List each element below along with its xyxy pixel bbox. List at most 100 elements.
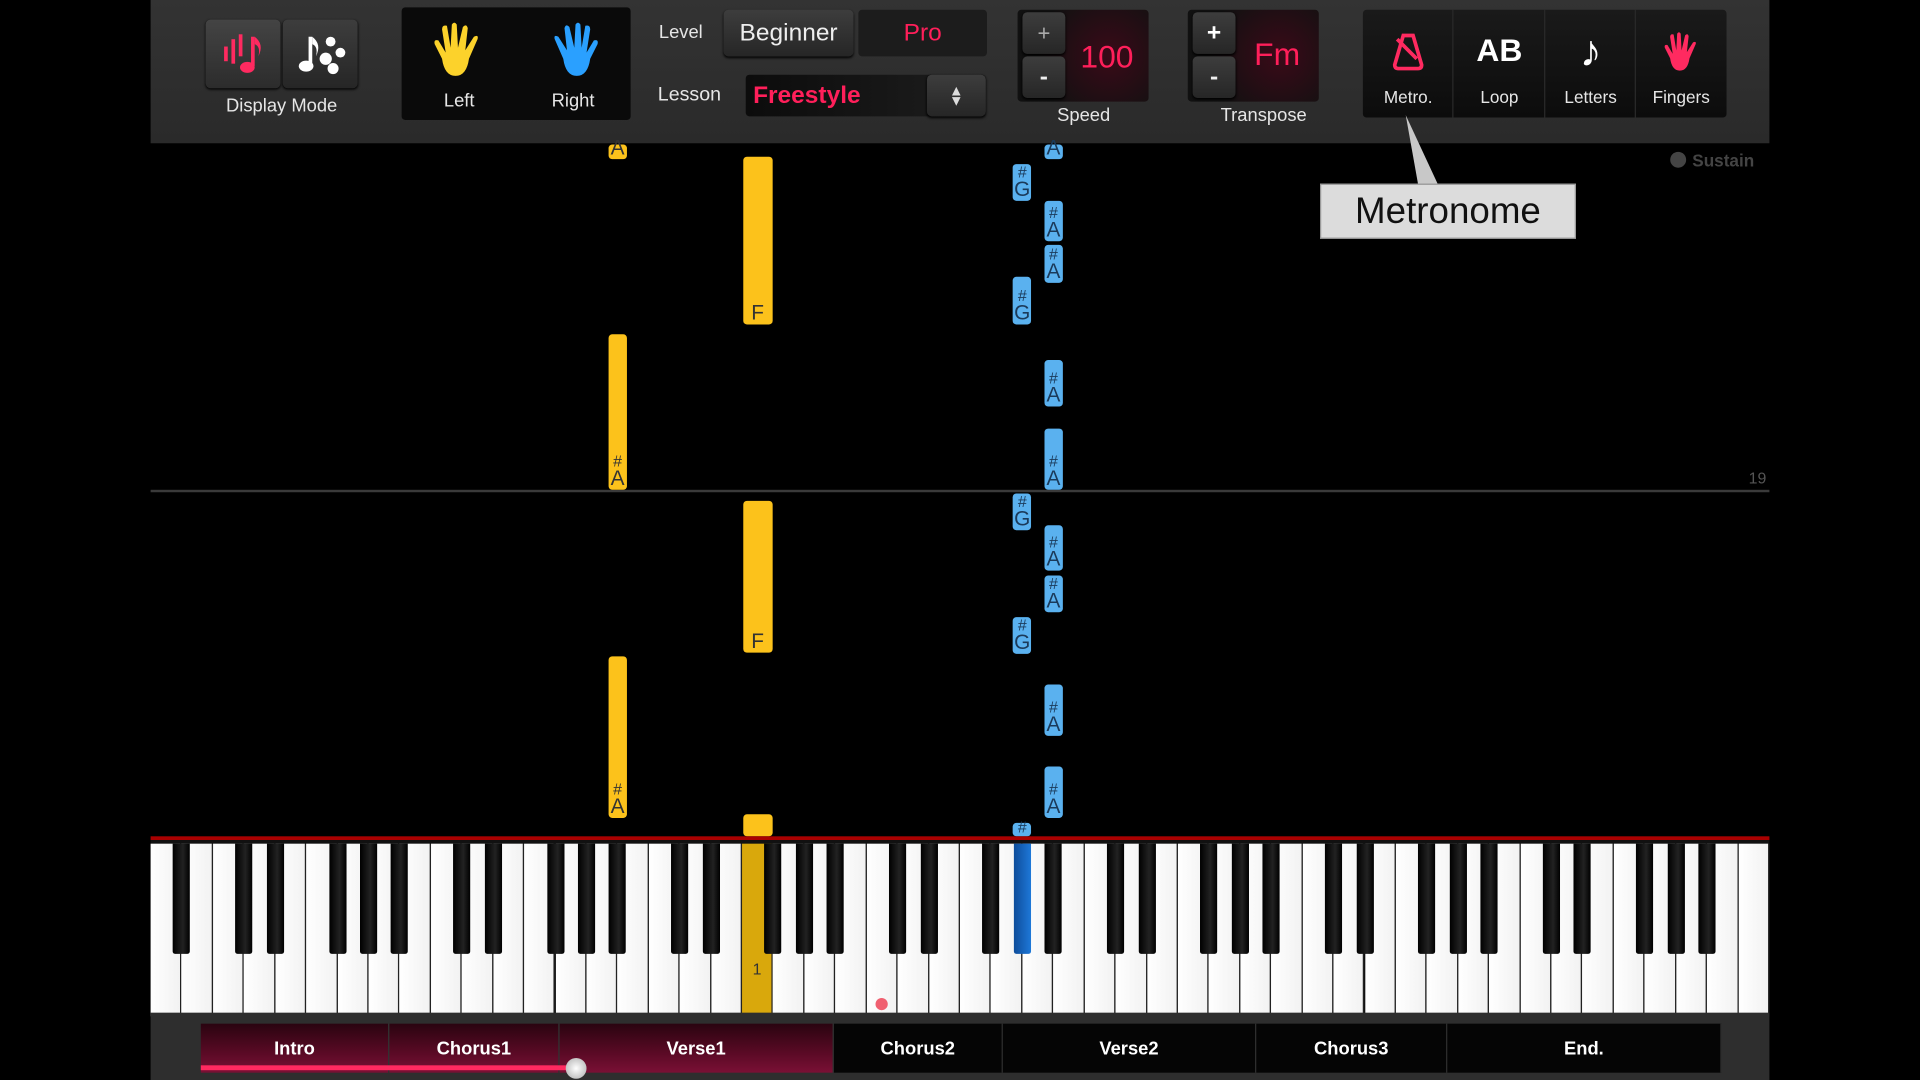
black-key-F#1[interactable] — [328, 843, 346, 954]
falling-note-A#4: # A — [1044, 766, 1063, 818]
black-key-A#2[interactable] — [608, 843, 627, 954]
ab-loop-icon: AB — [1476, 31, 1523, 68]
display-mode-sheet-button[interactable] — [282, 19, 358, 89]
black-key-A#5[interactable] — [1262, 843, 1280, 954]
black-key-G#1[interactable] — [359, 843, 378, 954]
black-key-C#1[interactable] — [235, 843, 253, 954]
section-verse2[interactable]: Verse2 — [1002, 1023, 1257, 1073]
black-key-F#2[interactable] — [546, 843, 564, 954]
transpose-plus-button[interactable]: + — [1192, 12, 1236, 54]
black-key-A#3[interactable] — [826, 843, 845, 954]
section-chorus3[interactable]: Chorus3 — [1256, 1023, 1448, 1073]
black-key-G#3[interactable] — [795, 843, 813, 954]
piano-keyboard[interactable]: 1 — [150, 836, 1770, 1017]
black-key-A#4[interactable] — [1044, 843, 1062, 954]
section-verse1[interactable]: Verse1 — [559, 1023, 834, 1073]
fingers-label: Fingers — [1652, 86, 1710, 107]
falling-note-A#4: # A — [1044, 244, 1063, 283]
falling-note-A#4: # A — [1044, 200, 1063, 242]
fingers-button[interactable]: Fingers — [1636, 10, 1727, 118]
falling-note-F3 — [742, 814, 773, 837]
note-label: A — [1046, 217, 1061, 242]
black-key-C#5[interactable] — [1107, 843, 1125, 954]
black-key-F#6[interactable] — [1418, 843, 1436, 954]
section-end[interactable]: End. — [1447, 1023, 1722, 1073]
measure-line — [150, 489, 1770, 493]
black-key-C#6[interactable] — [1324, 843, 1343, 954]
falling-note-F3: F — [742, 156, 773, 325]
black-key-C#7[interactable] — [1542, 843, 1561, 954]
falling-note-G#4: # G — [1013, 164, 1032, 201]
white-key-C8[interactable] — [1738, 843, 1770, 1017]
level-pro-button[interactable]: Pro — [858, 9, 987, 57]
black-key-A#1[interactable] — [391, 843, 409, 954]
black-key-F#4[interactable] — [982, 843, 1000, 954]
speed-plus-button[interactable]: + — [1022, 12, 1066, 54]
falling-note-A#4: # A — [1044, 428, 1063, 490]
note-label: A — [610, 794, 625, 818]
black-key-C#4[interactable] — [889, 843, 907, 954]
section-chorus2[interactable]: Chorus2 — [833, 1023, 1003, 1073]
note-label: A — [1046, 135, 1061, 160]
black-key-D#6[interactable] — [1356, 843, 1374, 954]
level-beginner-button[interactable]: Beginner — [723, 9, 854, 57]
measure-number: 19 — [1748, 468, 1767, 488]
sustain-indicator-icon — [1670, 151, 1687, 168]
falling-note-A#4: # A — [1044, 525, 1063, 571]
display-mode-falling-button[interactable] — [205, 19, 281, 89]
falling-note-A#4: # A — [1044, 684, 1063, 736]
black-key-G#5[interactable] — [1231, 843, 1249, 954]
left-hand-label: Left — [443, 90, 475, 112]
note-label: G — [1014, 506, 1031, 531]
eighth-note-icon: ♪ — [1579, 25, 1602, 76]
speed-label: Speed — [1057, 105, 1111, 127]
black-key-G#2[interactable] — [577, 843, 596, 954]
black-key-G#4[interactable] — [1013, 843, 1031, 954]
falling-note-G#4: # — [1013, 819, 1032, 837]
piano-app: Display Mode Left Right Level Beginner P… — [0, 0, 1920, 1080]
metronome-button[interactable]: Metro. — [1363, 9, 1454, 118]
black-key-D#3[interactable] — [702, 843, 720, 954]
lesson-label: Lesson — [657, 84, 721, 106]
black-key-D#1[interactable] — [266, 843, 284, 954]
speed-minus-button[interactable]: - — [1022, 56, 1066, 98]
middle-c-marker — [875, 997, 888, 1011]
note-label: A — [610, 135, 625, 160]
right-hand-button[interactable]: Right — [536, 22, 609, 120]
black-key-D#5[interactable] — [1138, 843, 1156, 954]
note-label: F — [751, 629, 765, 653]
lesson-select[interactable]: Freestyle ▲ ▼ — [745, 74, 986, 117]
falling-note-A#4: A — [1044, 137, 1063, 160]
falling-notes-icon — [223, 34, 261, 73]
lesson-value: Freestyle — [753, 82, 861, 109]
note-label: A — [1046, 794, 1061, 818]
letters-button[interactable]: ♪ Letters — [1545, 9, 1636, 118]
display-mode-label: Display Mode — [225, 95, 338, 117]
black-key-F#7[interactable] — [1636, 843, 1654, 954]
transpose-minus-button[interactable]: - — [1192, 56, 1236, 98]
black-key-D#4[interactable] — [920, 843, 938, 954]
note-label: A — [610, 466, 625, 490]
black-key-C#3[interactable] — [671, 843, 689, 954]
black-key-A#0[interactable] — [173, 843, 191, 954]
lesson-stepper-icon[interactable]: ▲ ▼ — [926, 74, 986, 117]
song-progress-slider[interactable] — [565, 1057, 587, 1079]
metronome-label: Metro. — [1383, 86, 1433, 107]
black-key-A#6[interactable] — [1480, 843, 1498, 954]
right-hand-icon — [554, 22, 598, 76]
black-key-D#2[interactable] — [484, 843, 502, 954]
loop-button[interactable]: AB Loop — [1453, 9, 1546, 118]
black-key-C#2[interactable] — [453, 843, 471, 954]
left-hand-button[interactable]: Left — [422, 22, 495, 120]
note-label: A — [1046, 466, 1061, 490]
black-key-D#7[interactable] — [1574, 843, 1592, 954]
transpose-label: Transpose — [1220, 105, 1307, 127]
note-label: A — [1046, 383, 1061, 407]
black-key-F#5[interactable] — [1200, 843, 1218, 954]
falling-note-A#4: # A — [1044, 360, 1063, 407]
black-key-G#7[interactable] — [1667, 843, 1685, 954]
black-key-F#3[interactable] — [764, 843, 782, 954]
black-key-A#7[interactable] — [1698, 843, 1716, 954]
black-key-G#6[interactable] — [1449, 843, 1467, 954]
note-label: A — [1046, 547, 1061, 571]
